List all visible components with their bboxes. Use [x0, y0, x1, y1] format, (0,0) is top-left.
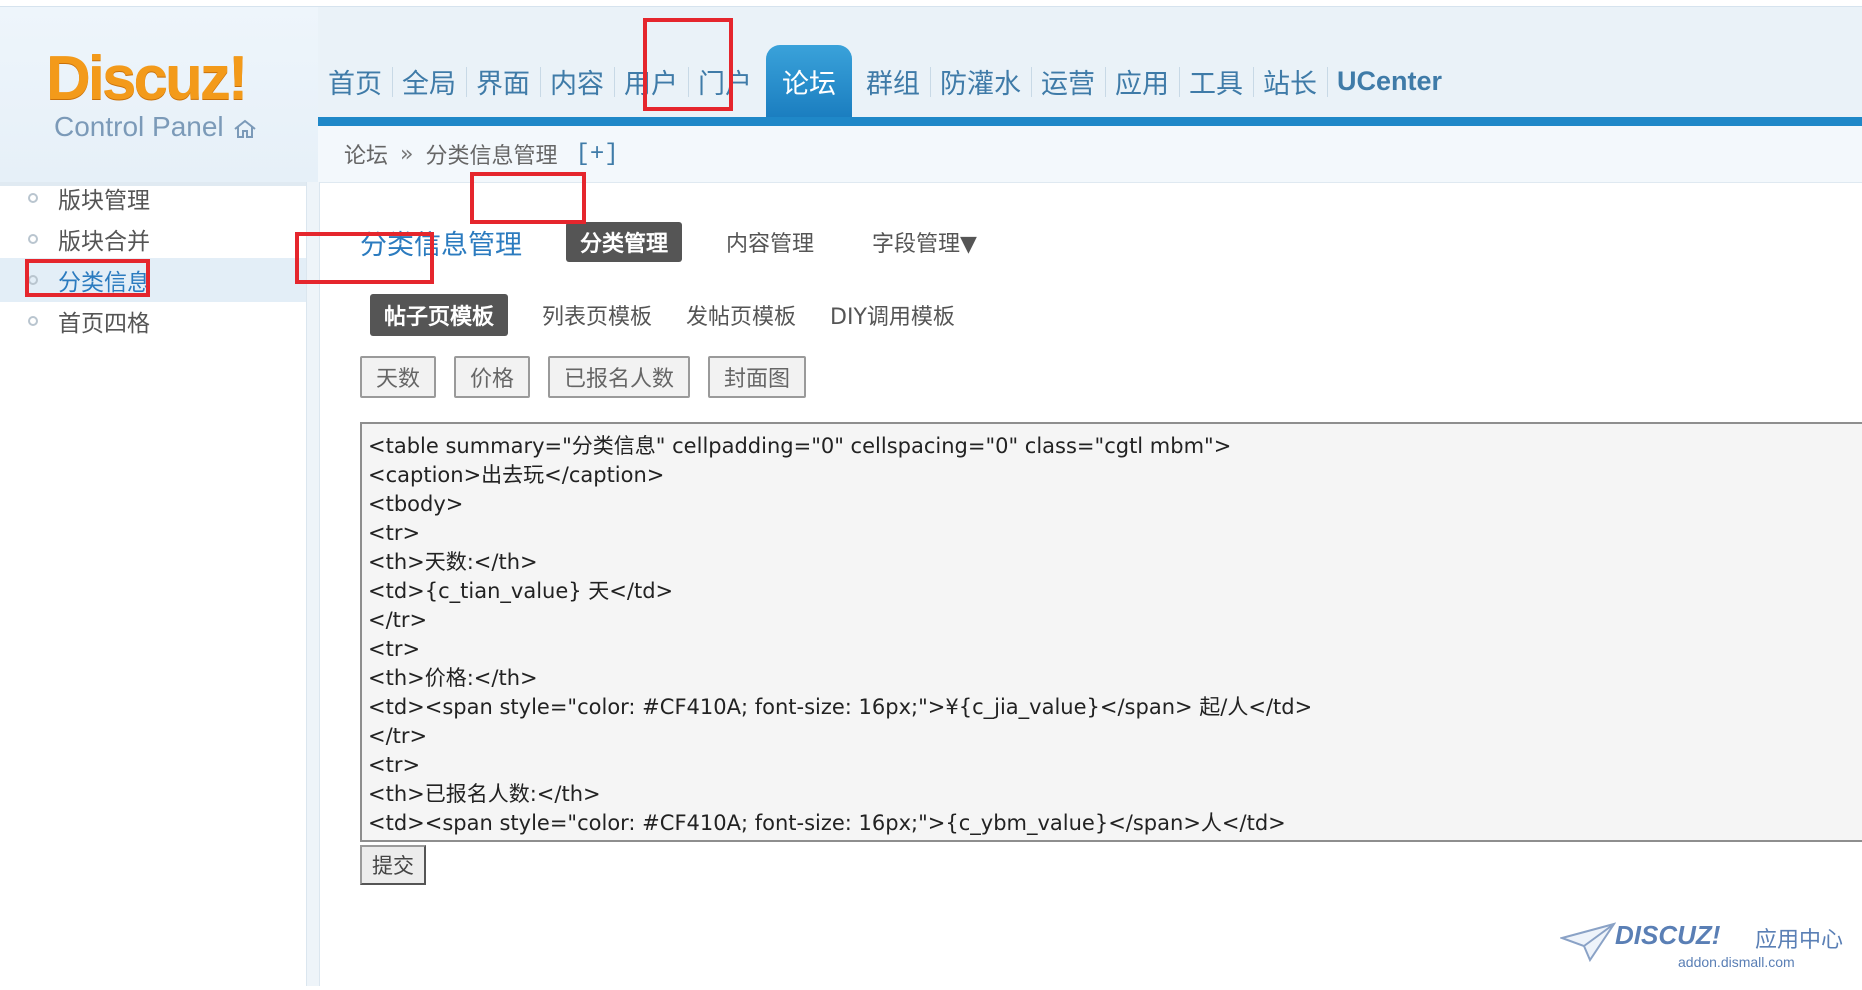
nav-item-home[interactable]: 首页	[318, 45, 392, 117]
breadcrumb-root[interactable]: 论坛	[344, 138, 388, 170]
submit-button[interactable]: 提交	[360, 845, 426, 885]
bullet-icon	[28, 193, 38, 203]
watermark-brand-cn: 应用中心	[1755, 928, 1844, 953]
tab-category-manage[interactable]: 分类管理	[566, 222, 683, 262]
header: Discuz! Control Panel 首页 全局 界面 内容 用户 门户 …	[0, 7, 1862, 183]
nav-item-antispam[interactable]: 防灌水	[930, 45, 1031, 117]
nav-item-groups[interactable]: 群组	[856, 45, 930, 117]
sidebar-item-label: 首页四格	[58, 311, 150, 337]
bullet-icon	[28, 234, 38, 244]
template-subtabs: 帖子页模板 列表页模板 发帖页模板 DIY调用模板	[360, 294, 989, 336]
template-code-editor[interactable]: <table summary="分类信息" cellpadding="0" ce…	[360, 422, 1862, 842]
home-icon	[234, 119, 257, 138]
watermark: DISCUZ! 应用中心 addon.dismall.com	[1560, 920, 1860, 980]
sidebar-item-classified[interactable]: 分类信息	[0, 258, 306, 302]
top-strip	[0, 0, 1862, 7]
bullet-icon	[28, 275, 38, 285]
nav-item-users[interactable]: 用户	[614, 45, 688, 117]
breadcrumb-separator: »	[400, 141, 414, 167]
logo-main-text: Discuz!	[46, 44, 248, 113]
watermark-url: addon.dismall.com	[1678, 954, 1795, 970]
sidebar-divider	[306, 182, 320, 986]
variable-button-cover[interactable]: 封面图	[708, 356, 807, 398]
top-nav: 首页 全局 界面 内容 用户 门户 论坛 群组 防灌水 运营 应用 工具 站长 …	[318, 45, 1452, 117]
nav-item-tools[interactable]: 工具	[1179, 45, 1253, 117]
nav-item-admin[interactable]: 站长	[1253, 45, 1327, 117]
page-title: 分类信息管理	[360, 229, 522, 261]
subtab-list-template[interactable]: 列表页模板	[542, 299, 652, 331]
nav-item-operations[interactable]: 运营	[1031, 45, 1105, 117]
sidebar-item-homepage-grid[interactable]: 首页四格	[0, 299, 306, 343]
main-content: 分类信息管理 分类管理 内容管理 字段管理▼ 帖子页模板 列表页模板 发帖页模板…	[330, 182, 1862, 986]
subtab-diy-template[interactable]: DIY调用模板	[830, 299, 955, 331]
subtab-post-template[interactable]: 发帖页模板	[686, 299, 796, 331]
nav-item-content[interactable]: 内容	[540, 45, 614, 117]
subtab-thread-template[interactable]: 帖子页模板	[370, 294, 509, 336]
variable-button-signups[interactable]: 已报名人数	[548, 356, 691, 398]
watermark-brand: DISCUZ!	[1615, 920, 1721, 950]
template-code-text[interactable]: <table summary="分类信息" cellpadding="0" ce…	[368, 432, 1862, 840]
breadcrumb-current: 分类信息管理	[425, 144, 558, 169]
nav-item-portal[interactable]: 门户	[688, 45, 762, 117]
variable-buttons: 天数 价格 已报名人数 封面图	[360, 356, 824, 398]
paper-plane-icon	[1560, 922, 1616, 962]
logo-subtitle: Control Panel	[54, 111, 224, 142]
sidebar-item-label: 分类信息	[58, 270, 150, 296]
sidebar-item-forum-manage[interactable]: 版块管理	[0, 176, 306, 220]
variable-button-days[interactable]: 天数	[360, 356, 437, 398]
bullet-icon	[28, 316, 38, 326]
sidebar-item-label: 版块合并	[58, 229, 150, 255]
breadcrumb: 论坛 » 分类信息管理 [+]	[318, 126, 1862, 183]
sidebar-item-label: 版块管理	[58, 188, 150, 214]
nav-item-ucenter[interactable]: UCenter	[1327, 45, 1452, 117]
nav-item-apps[interactable]: 应用	[1105, 45, 1179, 117]
sidebar-item-forum-merge[interactable]: 版块合并	[0, 217, 306, 261]
breadcrumb-expand-button[interactable]: [+]	[576, 141, 619, 168]
variable-button-price[interactable]: 价格	[454, 356, 531, 398]
title-row: 分类信息管理 分类管理 内容管理 字段管理▼	[360, 222, 1021, 262]
tab-field-manage[interactable]: 字段管理▼	[858, 222, 991, 262]
nav-item-interface[interactable]: 界面	[466, 45, 540, 117]
logo[interactable]: Discuz! Control Panel	[0, 7, 318, 182]
logo-sub-text: Control Panel	[54, 111, 257, 143]
tab-content-manage[interactable]: 内容管理	[712, 222, 828, 262]
nav-item-forum[interactable]: 论坛	[766, 45, 852, 117]
nav-underline-bar	[318, 117, 1862, 126]
nav-item-global[interactable]: 全局	[392, 45, 466, 117]
